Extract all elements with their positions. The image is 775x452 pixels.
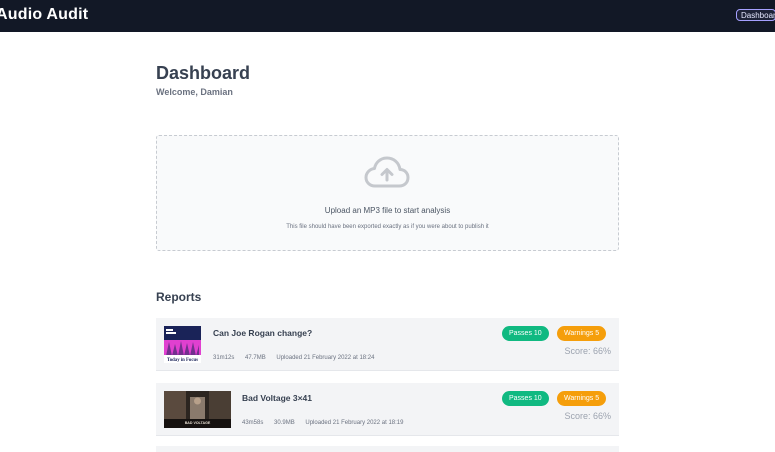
dashboard-nav-button[interactable]: Dashboard	[736, 9, 775, 21]
report-title: Bad Voltage 3×41	[242, 393, 312, 403]
warnings-badge: Warnings 5	[557, 391, 607, 406]
thumbnail-caption: Today in Focus	[167, 358, 198, 363]
upload-title: Upload an MP3 file to start analysis	[324, 206, 451, 215]
report-title: Can Joe Rogan change?	[213, 328, 313, 338]
report-duration: 43m58s	[242, 420, 264, 426]
report-card[interactable]: BAD VOLTAGE Bad Voltage 3×41 43m58s 30.9…	[156, 383, 619, 436]
upload-hint: This file should have been exported exac…	[286, 224, 489, 230]
warnings-badge: Warnings 5	[557, 326, 607, 341]
top-navbar: Audio Audit Dashboard	[0, 0, 775, 32]
passes-badge: Passes 10	[502, 391, 549, 406]
podcast-thumbnail: Today in Focus	[164, 326, 201, 363]
report-score: Score: 66%	[564, 411, 611, 421]
report-size: 30.9MB	[274, 420, 295, 426]
report-uploaded: Uploaded 21 February 2022 at 18:24	[276, 355, 375, 361]
page-title: Dashboard	[156, 63, 251, 83]
cloud-upload-icon	[364, 156, 410, 188]
report-card[interactable]: Today in Focus Can Joe Rogan change? 31m…	[156, 318, 619, 371]
report-score: Score: 66%	[564, 346, 611, 356]
report-size: 47.7MB	[245, 355, 266, 361]
thumbnail-caption: BAD VOLTAGE	[185, 421, 211, 425]
report-meta: 43m58s 30.9MB Uploaded 21 February 2022 …	[242, 420, 412, 426]
report-card-partial[interactable]	[156, 446, 619, 452]
report-uploaded: Uploaded 21 February 2022 at 18:19	[305, 420, 404, 426]
app-title[interactable]: Audio Audit	[0, 6, 88, 24]
passes-badge: Passes 10	[502, 326, 549, 341]
reports-title: Reports	[156, 290, 202, 304]
report-duration: 31m12s	[213, 355, 235, 361]
report-meta: 31m12s 47.7MB Uploaded 21 February 2022 …	[213, 355, 383, 361]
welcome-text: Welcome, Damian	[156, 87, 233, 97]
podcast-thumbnail: BAD VOLTAGE	[164, 391, 231, 428]
upload-dropzone[interactable]: Upload an MP3 file to start analysis Thi…	[156, 135, 619, 251]
